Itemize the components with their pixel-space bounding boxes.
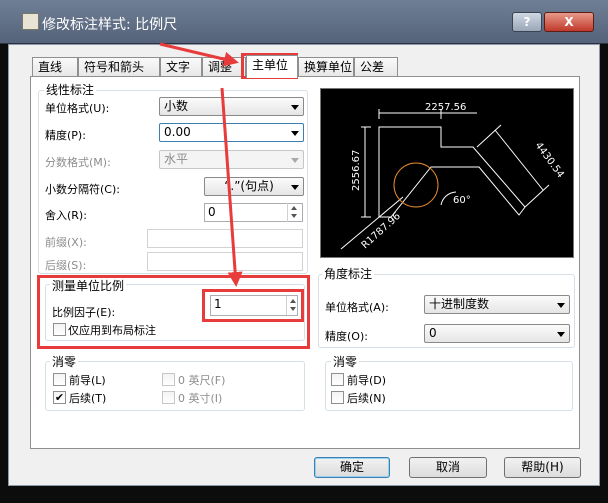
decimal-separator-label: 小数分隔符(C): (45, 183, 120, 196)
chevron-down-icon (291, 105, 299, 110)
suffix-input[interactable] (147, 252, 303, 271)
fraction-format-value: 水平 (164, 152, 189, 166)
angular-unit-format-value: 十进制度数 (429, 297, 490, 311)
angular-leading-zero-checkbox[interactable] (331, 373, 344, 386)
unit-format-select[interactable]: 小数 (159, 97, 304, 116)
tab-lines[interactable]: 直线 (32, 57, 78, 77)
linear-group-title: 线性标注 (44, 81, 97, 98)
tab-primary-units[interactable]: 主单位 (246, 55, 298, 78)
chevron-down-icon (291, 185, 299, 190)
tab-strip: 直线 符号和箭头 文字 调整 主单位 换算单位 公差 (30, 55, 590, 78)
zero-feet-checkbox[interactable] (162, 373, 175, 386)
angular-group-title: 角度标注 (322, 265, 375, 282)
ext-line (476, 124, 502, 148)
precision-select[interactable]: 0.00 (159, 123, 304, 142)
spin-up-icon (291, 206, 297, 210)
unit-format-value: 小数 (164, 99, 189, 113)
round-off-label: 舍入(R): (45, 209, 87, 222)
help-button[interactable]: 帮助(H) (504, 457, 581, 478)
trailing-zero-label: 后续(T) (69, 392, 107, 405)
chevron-down-icon (557, 332, 565, 337)
angular-precision-label: 精度(O): (325, 330, 368, 343)
dim-text-angle: 60° (453, 195, 471, 206)
tab-symbols-arrows[interactable]: 符号和箭头 (78, 57, 160, 77)
decimal-separator-select[interactable]: “.”(句点) (204, 177, 304, 196)
dim-text-right: 4430.54 (533, 140, 566, 180)
angular-unit-format-label: 单位格式(A): (325, 301, 389, 314)
angular-trailing-zero-checkbox[interactable] (331, 391, 344, 404)
leading-zero-checkbox[interactable] (53, 373, 66, 386)
dim-text-left: 2556.67 (351, 150, 362, 191)
window-title: 修改标注样式: 比例尺 (42, 17, 178, 33)
prefix-input[interactable] (147, 229, 303, 248)
cancel-button[interactable]: 取消 (409, 457, 487, 478)
close-button[interactable]: X (544, 12, 594, 32)
zero-inches-label: 0 英寸(I) (178, 392, 223, 405)
decimal-separator-value: “.”(句点) (224, 179, 274, 193)
zero-inches-checkbox[interactable] (162, 391, 175, 404)
app-icon (22, 13, 39, 30)
angular-unit-format-select[interactable]: 十进制度数 (424, 295, 570, 314)
spin-down-icon (291, 214, 297, 218)
zero-linear-title: 消零 (50, 353, 79, 370)
chevron-down-icon (291, 158, 299, 163)
ext-line (524, 184, 550, 208)
preview-pane: 2257.56 2556.67 4430.54 R1787.96 60° (320, 88, 574, 258)
angular-trailing-zero-label: 后续(N) (347, 392, 386, 405)
highlight-box-scale-factor (202, 289, 304, 322)
tab-text[interactable]: 文字 (160, 57, 202, 77)
suffix-label: 后缀(S): (45, 259, 87, 272)
trailing-zero-checkbox[interactable]: ✔ (53, 391, 66, 404)
check-icon: ✔ (54, 391, 65, 404)
leading-zero-label: 前导(L) (69, 374, 106, 387)
precision-label: 精度(P): (45, 129, 86, 142)
fraction-format-select[interactable]: 水平 (159, 150, 304, 169)
dimension-preview-drawing: 2257.56 2556.67 4430.54 R1787.96 60° (340, 102, 566, 251)
round-off-spinner[interactable] (287, 203, 300, 222)
angular-precision-select[interactable]: 0 (424, 324, 570, 343)
dim-text-top: 2257.56 (425, 102, 466, 113)
help-title-button[interactable]: ? (512, 12, 542, 32)
precision-value: 0.00 (164, 125, 191, 139)
round-off-value: 0 (208, 205, 216, 219)
tab-tolerances[interactable]: 公差 (354, 57, 398, 77)
unit-format-label: 单位格式(U): (45, 102, 110, 115)
angular-precision-value: 0 (429, 326, 437, 340)
chevron-down-icon (557, 303, 565, 308)
zero-feet-label: 0 英尺(F) (178, 374, 226, 387)
fraction-format-label: 分数格式(M): (45, 156, 111, 169)
zero-angular-title: 消零 (331, 353, 360, 370)
ok-button[interactable]: 确定 (314, 457, 390, 478)
tab-fit[interactable]: 调整 (202, 57, 246, 77)
tab-alternate-units[interactable]: 换算单位 (298, 57, 354, 77)
chevron-down-icon (291, 131, 299, 136)
prefix-label: 前缀(X): (45, 236, 87, 249)
angular-leading-zero-label: 前导(D) (347, 374, 387, 387)
